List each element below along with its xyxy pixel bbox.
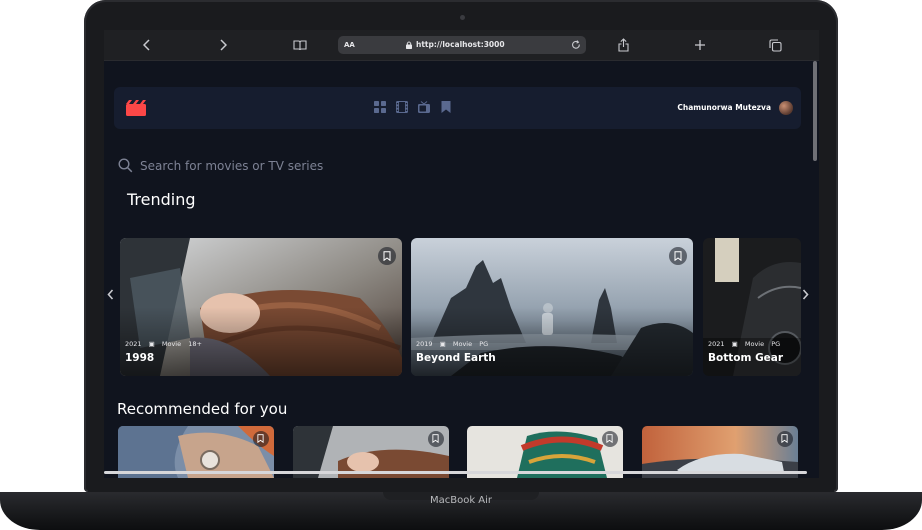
reload-icon[interactable] <box>571 36 581 57</box>
search-input[interactable] <box>140 156 510 176</box>
bookmark-icon <box>383 251 391 261</box>
card-year: 2021 <box>125 340 142 348</box>
trending-title: Trending <box>127 190 196 209</box>
back-icon[interactable] <box>134 30 160 60</box>
bookmark-icon <box>781 434 788 443</box>
card-meta: 2021 ▣ Movie 18+ <box>125 340 207 348</box>
card-title: 1998 <box>125 352 155 364</box>
trending-card[interactable]: 2021 ▣ Movie 18+ 1998 <box>120 238 402 376</box>
webcam <box>460 15 465 20</box>
movie-category-icon: ▣ <box>148 340 155 348</box>
bookmark-icon <box>674 251 682 261</box>
bookmark-icon <box>432 434 439 443</box>
web-page: Chamunorwa Mutezva Trending <box>104 61 819 478</box>
forward-icon[interactable] <box>210 30 236 60</box>
card-year: 2021 <box>708 340 725 348</box>
search-icon <box>118 158 133 173</box>
search-bar <box>118 156 518 176</box>
bookmark-icon <box>257 434 264 443</box>
card-category: Movie <box>452 340 473 348</box>
lock-icon <box>406 41 412 49</box>
carousel-next-icon[interactable] <box>802 289 809 303</box>
recommended-title: Recommended for you <box>117 400 288 418</box>
text-size-button[interactable]: AA <box>344 36 355 54</box>
card-meta: 2021 ▣ Movie PG <box>708 340 785 348</box>
movie-category-icon: ▣ <box>731 340 738 348</box>
trending-card[interactable]: 2021 ▣ Movie PG Bottom Gear <box>703 238 801 376</box>
app-logo-icon[interactable] <box>126 100 146 116</box>
movies-icon[interactable] <box>396 101 408 113</box>
card-year: 2019 <box>416 340 433 348</box>
user-name: Chamunorwa Mutezva <box>677 103 771 112</box>
bookmark-button[interactable] <box>378 247 396 265</box>
app-navbar: Chamunorwa Mutezva <box>114 87 801 129</box>
card-meta: 2019 ▣ Movie PG <box>416 340 493 348</box>
card-category: Movie <box>744 340 765 348</box>
bookmark-button[interactable] <box>669 247 687 265</box>
browser-window: AA http://localhost:3000 Chamunorwa Mute… <box>104 30 819 478</box>
card-rating: PG <box>771 340 781 348</box>
card-rating: 18+ <box>188 340 202 348</box>
card-title: Beyond Earth <box>416 352 496 364</box>
bookmark-icon <box>606 434 613 443</box>
carousel-prev-icon[interactable] <box>107 289 114 303</box>
trending-card[interactable]: 2019 ▣ Movie PG Beyond Earth <box>411 238 693 376</box>
card-title: Bottom Gear <box>708 352 784 364</box>
url-text: http://localhost:3000 <box>416 40 505 49</box>
bookmark-button[interactable] <box>253 431 269 447</box>
address-bar[interactable]: AA http://localhost:3000 <box>338 36 586 54</box>
bookmark-button[interactable] <box>777 431 793 447</box>
avatar[interactable] <box>779 101 793 115</box>
browser-toolbar: AA http://localhost:3000 <box>104 30 819 61</box>
bookmark-icon[interactable] <box>440 101 452 113</box>
home-grid-icon[interactable] <box>374 101 386 113</box>
new-tab-plus-icon[interactable] <box>687 30 713 60</box>
card-rating: PG <box>479 340 489 348</box>
vertical-scrollbar[interactable] <box>813 61 817 161</box>
bookmark-button[interactable] <box>428 431 444 447</box>
movie-category-icon: ▣ <box>439 340 446 348</box>
bookmark-button[interactable] <box>602 431 618 447</box>
horizontal-scrollbar[interactable] <box>104 471 807 474</box>
laptop-hinge <box>88 478 834 492</box>
tv-series-icon[interactable] <box>418 101 430 113</box>
card-category: Movie <box>161 340 182 348</box>
tabs-overview-icon[interactable] <box>762 30 788 60</box>
movie-thumbnail <box>120 238 402 376</box>
share-icon[interactable] <box>610 30 636 60</box>
book-icon[interactable] <box>287 30 313 60</box>
device-label: MacBook Air <box>429 495 493 506</box>
